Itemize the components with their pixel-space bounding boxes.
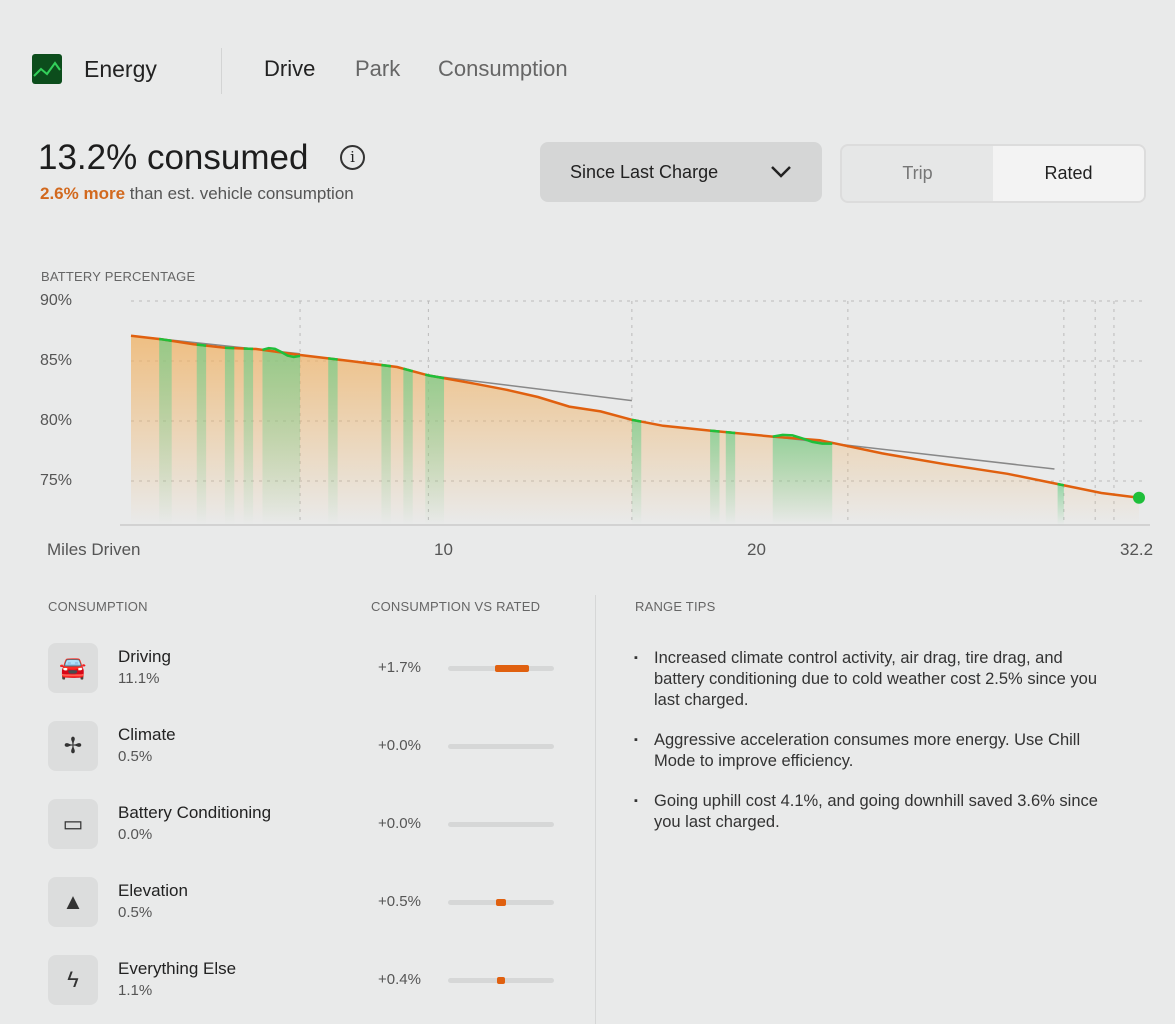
range-value: Since Last Charge [570,161,719,182]
regen-band [243,348,254,525]
regen-band [196,344,207,525]
vs-rated-bar [448,899,554,906]
vs-rated-bar [448,822,554,827]
current-point [1133,491,1145,504]
regen-line [725,430,736,435]
x-axis-label: Miles Driven [47,540,141,559]
divider [221,48,222,94]
fan-icon: ✢ [48,721,98,771]
regen-band [328,358,338,525]
x-tick: 20 [747,540,766,559]
range-tips-header: RANGE TIPS [635,599,716,614]
mountain-icon: ▲ [48,877,98,927]
consumption-row[interactable]: ✢ Climate 0.5% +0.0% [48,721,568,773]
row-value: 11.1% [118,670,160,687]
vs-rated-bar [448,977,554,984]
regen-band [403,368,413,525]
regen-band [425,374,445,525]
row-value: 0.5% [118,904,153,921]
battery-chart [120,300,1150,526]
regen-line [328,357,338,361]
regen-line [631,418,642,423]
vs-rated-bar-fill [495,665,530,672]
row-delta: +0.5% [378,893,421,910]
row-name: Battery Conditioning [118,803,272,822]
vs-rated-bar [448,744,554,749]
tab-consumption[interactable]: Consumption [438,56,568,82]
delta-text: than est. vehicle consumption [125,184,354,203]
vs-rated-bar [448,665,554,672]
toggle-trip[interactable]: Trip [842,146,993,201]
row-value: 1.1% [118,982,153,999]
regen-band [725,432,736,525]
toggle-rated[interactable]: Rated [993,146,1144,201]
regen-band [631,419,642,525]
delta-value: 2.6% more [40,184,126,203]
app-title: Energy [84,56,157,82]
regen-band [262,349,301,525]
regen-band [772,436,833,525]
regen-line [196,343,207,347]
car-icon: 🚘 [48,643,98,693]
row-value: 0.0% [118,826,153,843]
consumption-row[interactable]: ▭ Battery Conditioning 0.0% +0.0% [48,799,568,851]
row-name: Climate [118,725,176,744]
column-divider [595,595,596,1024]
row-delta: +0.0% [378,815,421,832]
consumption-delta: 2.6% more than est. vehicle consumption [40,184,354,204]
regen-band [159,339,172,525]
consumption-row[interactable]: ϟ Everything Else 1.1% +0.4% [48,955,568,1007]
row-value: 0.5% [118,748,153,765]
row-name: Driving [118,647,171,666]
row-delta: +0.4% [378,971,421,988]
regen-band [710,430,720,525]
regen-band [381,365,391,525]
row-name: Elevation [118,881,188,900]
row-name: Everything Else [118,959,237,978]
chart-title: BATTERY PERCENTAGE [41,269,196,284]
consumed-headline: 13.2% consumed [38,138,309,177]
row-delta: +1.7% [378,659,421,676]
x-tick: 32.2 [1120,540,1154,559]
consumption-header: CONSUMPTION [48,599,148,614]
tab-drive[interactable]: Drive [264,56,315,82]
range-tip: Aggressive acceleration consumes more en… [634,730,1114,772]
trip-rated-toggle[interactable]: Trip Rated [840,144,1146,203]
tab-park[interactable]: Park [355,56,400,82]
vs-rated-bar-fill [496,899,506,906]
regen-band [224,347,235,525]
consumption-row[interactable]: 🚘 Driving 11.1% +1.7% [48,643,568,695]
regen-line [1057,482,1065,487]
consumption-row[interactable]: ▲ Elevation 0.5% +0.5% [48,877,568,929]
range-tip: Going uphill cost 4.1%, and going downhi… [634,791,1114,833]
lightning-icon: ϟ [48,955,98,1005]
vs-rated-bar-fill [497,977,505,984]
vs-rated-header: CONSUMPTION VS RATED [371,599,541,614]
range-tip: Increased climate control activity, air … [634,648,1114,711]
range-dropdown[interactable]: Since Last Charge [540,142,822,202]
regen-band [1057,484,1064,525]
info-icon[interactable]: i [340,145,365,170]
regen-line [381,363,391,368]
row-delta: +0.0% [378,737,421,754]
x-tick: 10 [434,540,453,559]
battery-icon: ▭ [48,799,98,849]
chevron-down-icon [771,166,791,178]
energy-chart-icon [32,54,62,84]
regen-line [710,429,720,433]
